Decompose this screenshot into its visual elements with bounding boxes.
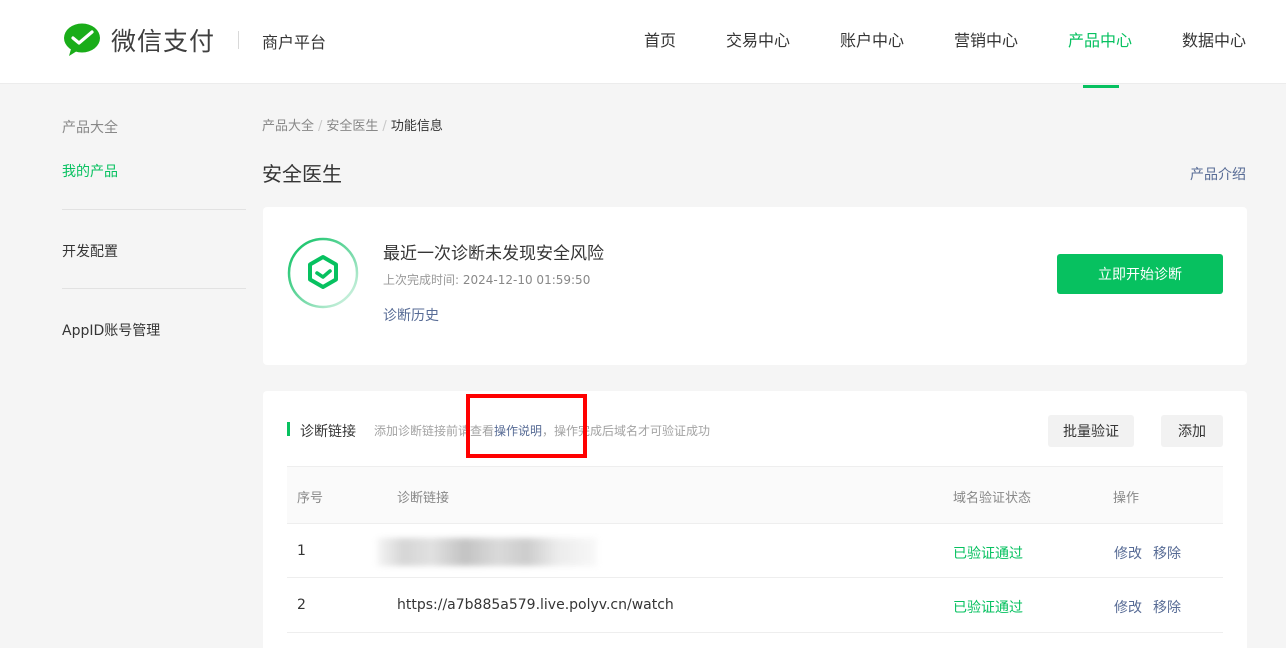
breadcrumb-function-info: 功能信息	[390, 119, 443, 134]
diagnosis-result-title: 最近一次诊断未发现安全风险	[383, 244, 604, 264]
sidebar-item-my-products[interactable]: 我的产品	[62, 161, 118, 181]
last-completion-time: 上次完成时间: 2024-12-10 01:59:50	[383, 271, 590, 288]
last-completion-value: 2024-12-10 01:59:50	[462, 273, 591, 287]
breadcrumb: 产品大全 / 安全医生 / 功能信息	[262, 115, 443, 134]
nav-data-center[interactable]: 数据中心	[1182, 27, 1246, 51]
breadcrumb-separator: /	[382, 119, 387, 134]
column-header-actions: 操作	[1113, 491, 1140, 506]
last-completion-label: 上次完成时间:	[383, 273, 460, 287]
main-nav: 首页 交易中心 账户中心 营销中心 产品中心 数据中心	[0, 27, 1286, 88]
top-header: 微信支付 商户平台 首页 交易中心 账户中心 营销中心 产品中心 数据中心	[0, 0, 1286, 88]
row-edit-link[interactable]: 修改	[1114, 597, 1142, 617]
operation-guide-link[interactable]: 操作说明	[494, 424, 542, 438]
column-header-status: 域名验证状态	[953, 491, 1032, 506]
breadcrumb-separator: /	[318, 119, 323, 134]
start-diagnosis-button[interactable]: 立即开始诊断	[1057, 254, 1223, 294]
product-intro-link[interactable]: 产品介绍	[1190, 164, 1246, 184]
diagnosis-links-card: 诊断链接 添加诊断链接前请查看操作说明，操作完成后域名才可验证成功 批量验证 添…	[263, 391, 1247, 648]
add-link-button[interactable]: 添加	[1161, 415, 1223, 447]
row-remove-link[interactable]: 移除	[1153, 543, 1181, 563]
tip-suffix: ，操作完成后域名才可验证成功	[542, 424, 711, 438]
tip-prefix: 添加诊断链接前请查看	[374, 424, 495, 438]
redacted-link	[377, 538, 597, 566]
nav-active-underline	[1083, 85, 1119, 88]
security-shield-icon	[287, 237, 359, 309]
row-index: 1	[297, 543, 306, 559]
nav-trade-center[interactable]: 交易中心	[726, 27, 790, 51]
nav-home[interactable]: 首页	[644, 27, 676, 51]
row-status: 已验证通过	[953, 600, 1023, 616]
breadcrumb-all-products[interactable]: 产品大全	[262, 119, 314, 134]
row-edit-link[interactable]: 修改	[1114, 543, 1142, 563]
page-title: 安全医生	[262, 162, 342, 186]
nav-marketing-center[interactable]: 营销中心	[954, 27, 1018, 51]
sidebar-divider	[62, 209, 246, 210]
sidebar-item-appid-management[interactable]: AppID账号管理	[62, 320, 160, 340]
diagnosis-card: 最近一次诊断未发现安全风险 上次完成时间: 2024-12-10 01:59:5…	[263, 207, 1247, 365]
nav-product-center[interactable]: 产品中心	[1068, 27, 1132, 51]
diagnosis-links-title: 诊断链接	[300, 424, 356, 440]
column-header-link: 诊断链接	[397, 491, 450, 506]
row-index: 2	[297, 597, 306, 613]
nav-account-center[interactable]: 账户中心	[840, 27, 904, 51]
breadcrumb-security-doctor[interactable]: 安全医生	[326, 119, 378, 134]
diagnosis-links-table: 序号 诊断链接 域名验证状态 操作 1 已验证通过 修改 移除 2 https:…	[287, 466, 1223, 633]
table-row: 2 https://a7b885a579.live.polyv.cn/watch…	[287, 578, 1223, 633]
row-link: https://a7b885a579.live.polyv.cn/watch	[397, 597, 674, 613]
column-header-index: 序号	[297, 491, 324, 506]
batch-verify-button[interactable]: 批量验证	[1048, 415, 1134, 447]
diagnosis-history-link[interactable]: 诊断历史	[383, 305, 439, 325]
sidebar-divider	[62, 288, 246, 289]
row-status: 已验证通过	[953, 546, 1023, 562]
section-accent-bar	[287, 422, 290, 436]
row-remove-link[interactable]: 移除	[1153, 597, 1181, 617]
table-header: 序号 诊断链接 域名验证状态 操作	[287, 466, 1223, 523]
table-row: 1 已验证通过 修改 移除	[287, 523, 1223, 578]
diagnosis-links-tip: 添加诊断链接前请查看操作说明，操作完成后域名才可验证成功	[374, 422, 710, 439]
sidebar-section-all-products: 产品大全	[62, 120, 118, 136]
sidebar-item-dev-config[interactable]: 开发配置	[62, 241, 118, 261]
